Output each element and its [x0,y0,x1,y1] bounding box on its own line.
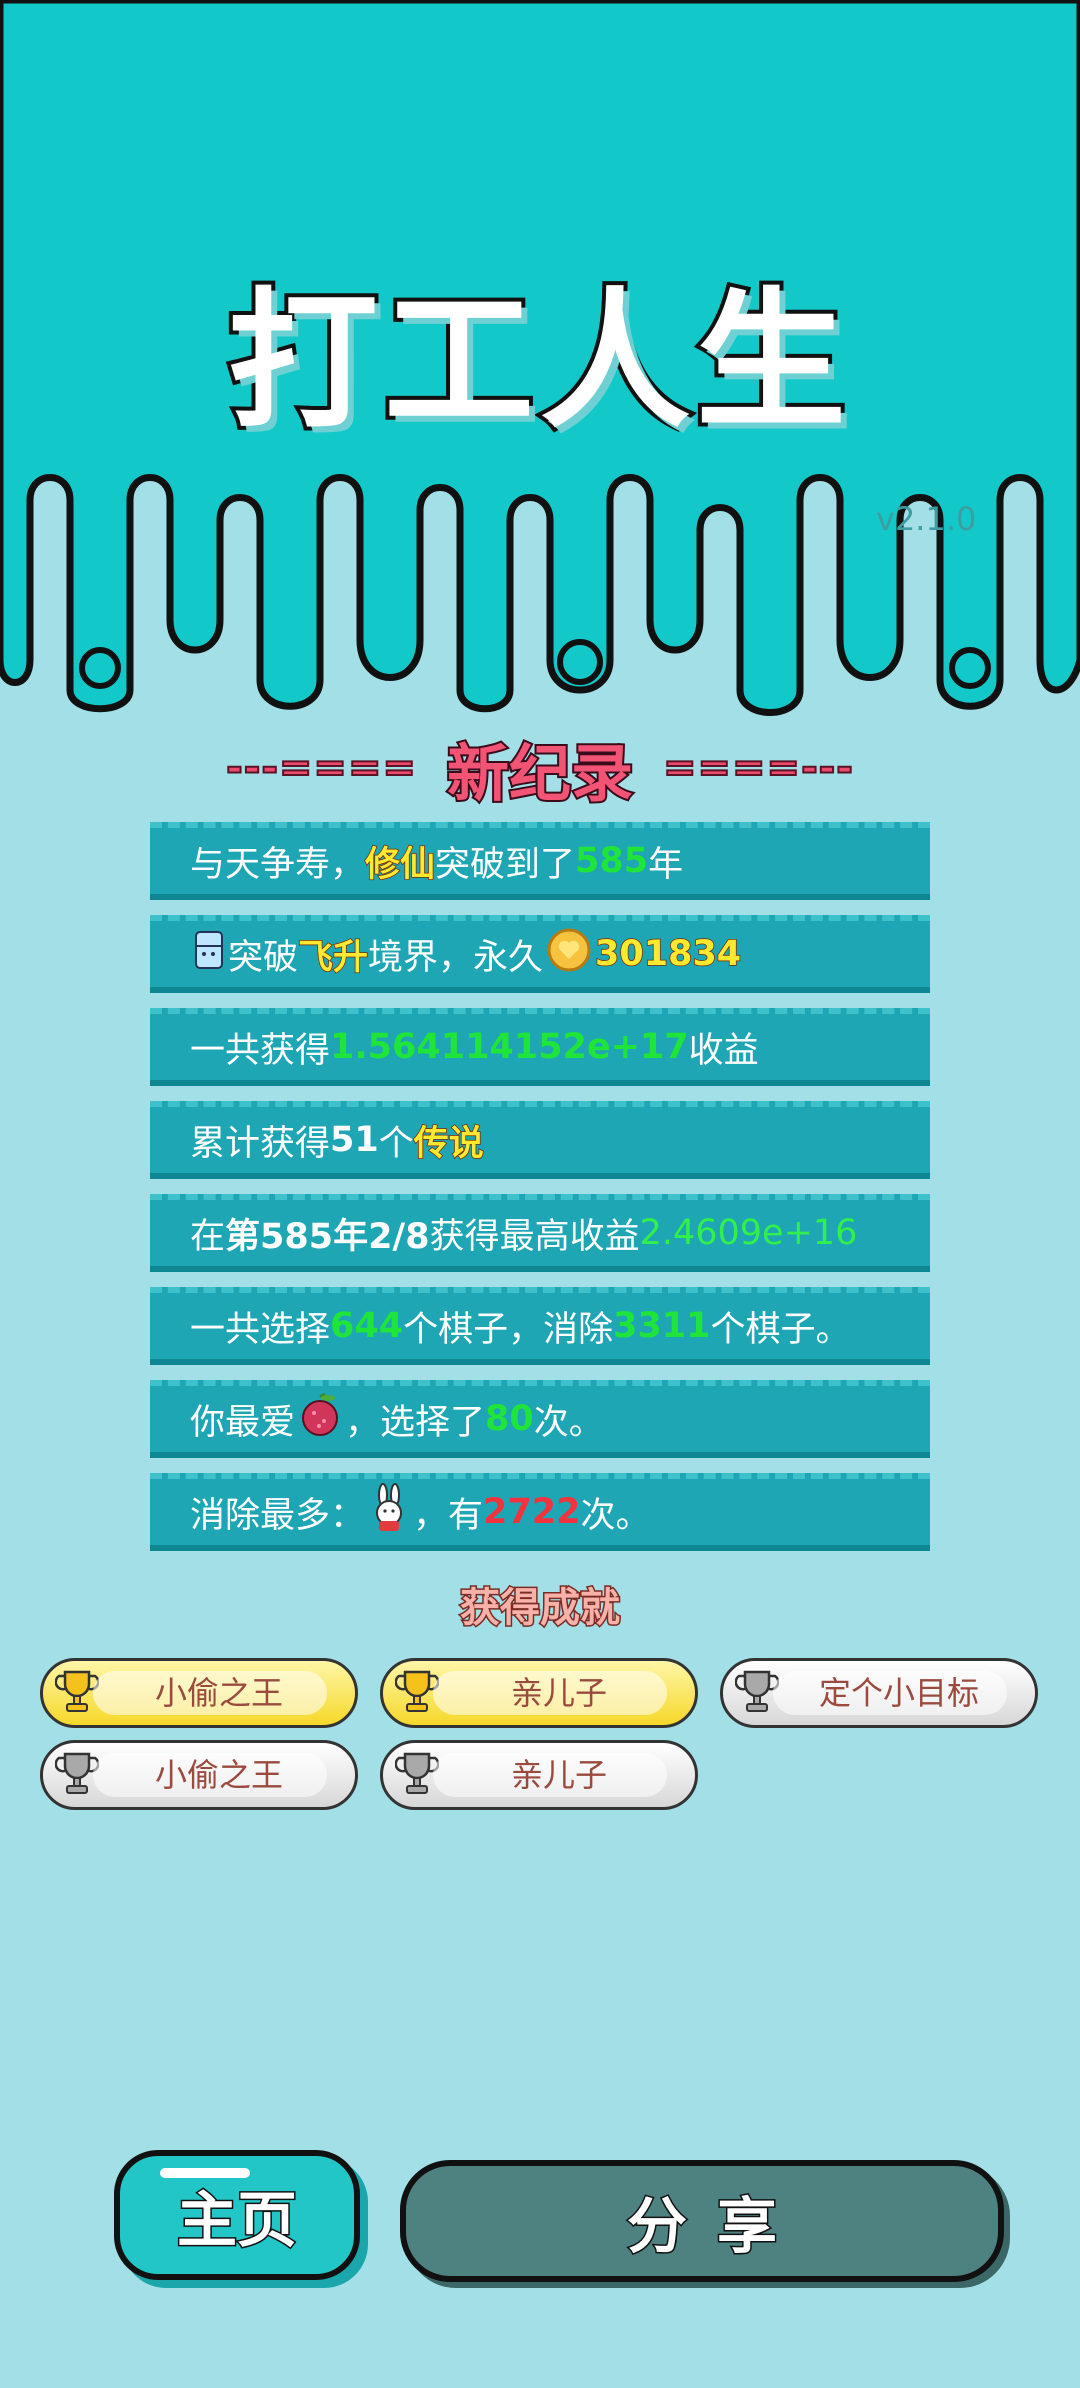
achievement-badge[interactable]: 亲儿子 [380,1740,698,1810]
record-row: 一共获得 1.564114152e+17 收益 [150,1008,930,1086]
achievement-label: 小偷之王 [154,1674,283,1712]
achievement-label: 亲儿子 [510,1756,607,1794]
fridge-icon [194,930,224,979]
rabbit-icon [369,1482,409,1542]
achievements-title: 获得成就 [459,1584,622,1633]
achievement-badge[interactable]: 小偷之王 [40,1658,358,1728]
home-button[interactable]: 主页 [114,2150,360,2280]
record-row: 突破 飞升 境界，永久 301834 [150,915,930,993]
share-button-label: 分享 [626,2190,807,2263]
lychee-icon [299,1392,341,1446]
record-row: 你最爱 ，选择了 80 次。 [150,1380,930,1458]
record-row: 累计获得 51 个 传说 [150,1101,930,1179]
achievement-label: 小偷之王 [154,1756,283,1794]
achievement-label: 定个小目标 [818,1674,979,1712]
record-row: 一共选择 644 个棋子，消除 3311 个棋子。 [150,1287,930,1365]
decor-left: ---==== [225,744,417,792]
new-record-title: 新纪录 [445,735,635,812]
achievement-badge[interactable]: 小偷之王 [40,1740,358,1810]
share-button[interactable]: 分享 [400,2160,1004,2282]
record-row: 在 第585年2/8 获得最高收益 2.4609e+16 [150,1194,930,1272]
record-row: 消除最多： ，有 2722 次。 [150,1473,930,1551]
decor-right: ====--- [662,744,854,792]
version-label: v2.1.0 [876,500,977,538]
game-title: 打工人生 [224,271,852,453]
achievement-label: 亲儿子 [510,1674,607,1712]
achievement-badge[interactable]: 亲儿子 [380,1658,698,1728]
record-row: 与天争寿， 修仙 突破到了 585 年 [150,822,930,900]
achievement-badge[interactable]: 定个小目标 [720,1658,1038,1728]
record-list: 与天争寿， 修仙 突破到了 585 年 突破 飞升 境界，永久 301834 一… [150,822,930,1566]
home-button-label: 主页 [176,2184,299,2257]
new-record-header: ---==== 新纪录 ====--- [0,728,1080,812]
heart-coin-icon [547,928,591,981]
